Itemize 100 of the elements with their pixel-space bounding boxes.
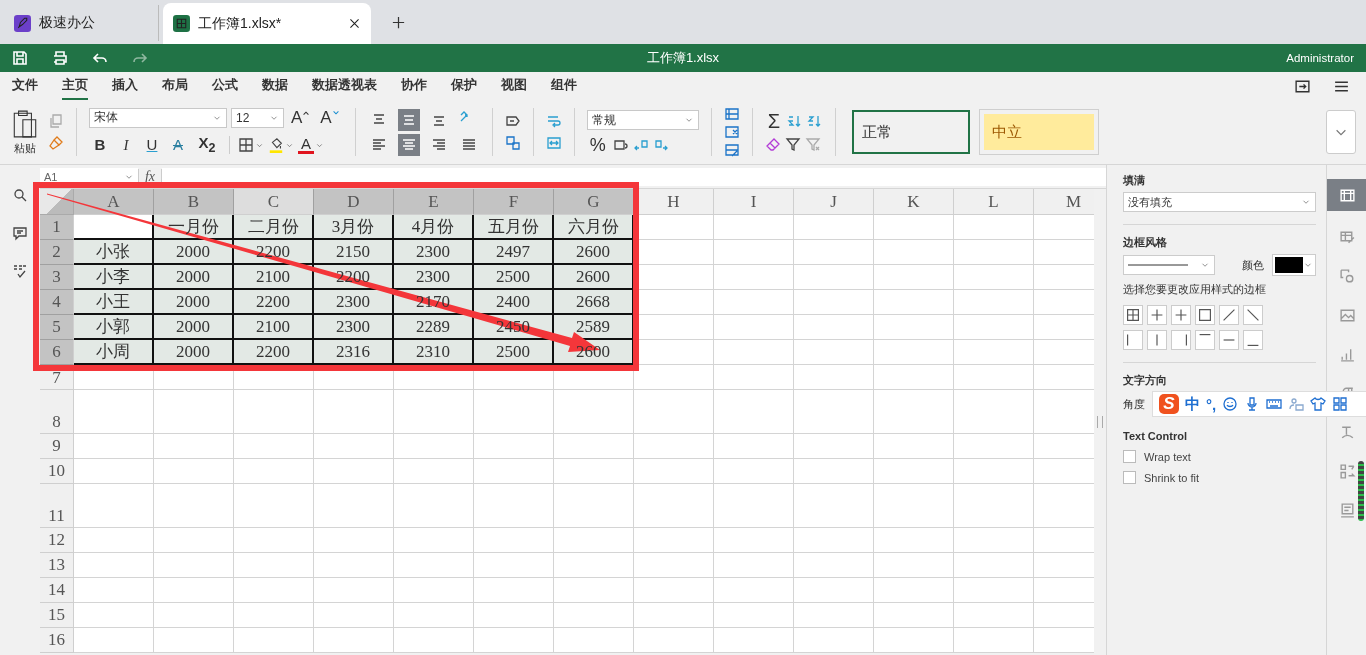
eraser-icon[interactable] (764, 136, 781, 152)
export-icon[interactable] (1294, 77, 1311, 95)
menu-tab[interactable]: 协作 (401, 72, 427, 100)
column-header[interactable]: G (554, 189, 634, 215)
column-header[interactable]: D (314, 189, 394, 215)
format-cells-icon[interactable] (723, 142, 740, 158)
print-icon[interactable] (52, 50, 68, 66)
fill-color-icon[interactable] (268, 137, 284, 153)
cell-settings-icon[interactable] (1327, 179, 1366, 211)
decrease-font-button[interactable]: A (317, 108, 343, 127)
row-header[interactable]: 9 (40, 434, 74, 459)
row-header[interactable]: 15 (40, 603, 74, 628)
border-color-select[interactable] (1272, 254, 1316, 276)
border-option-icon[interactable] (1219, 305, 1239, 325)
subscript-button[interactable]: X$_{2}$ (193, 133, 221, 157)
wrap-text-icon[interactable] (545, 113, 562, 129)
font-color-button[interactable]: A (298, 136, 314, 154)
increase-font-button[interactable]: A (288, 108, 314, 127)
column-header[interactable]: F (474, 189, 554, 215)
shirt-icon[interactable] (1310, 396, 1327, 412)
cell-style-icon[interactable] (504, 113, 521, 129)
column-header[interactable]: K (874, 189, 954, 215)
currency-icon[interactable] (612, 137, 629, 153)
row-header[interactable]: 8 (40, 390, 74, 434)
row-header[interactable]: 5 (40, 315, 74, 340)
merge-cells-icon[interactable] (545, 135, 562, 151)
column-header[interactable]: A (74, 189, 154, 215)
border-option-icon[interactable] (1171, 330, 1191, 350)
spellcheck-icon[interactable] (12, 263, 28, 279)
comment-icon[interactable] (12, 225, 28, 241)
column-header[interactable]: C (234, 189, 314, 215)
number-format-select[interactable]: 常规 (586, 110, 699, 130)
menu-tab[interactable]: 视图 (501, 72, 527, 100)
app-tab[interactable]: 极速办公 (4, 5, 159, 41)
column-header[interactable]: J (794, 189, 874, 215)
row-header[interactable]: 6 (40, 340, 74, 365)
row-header[interactable]: 3 (40, 265, 74, 290)
align-middle-icon[interactable] (397, 108, 420, 131)
menu-tab[interactable]: 组件 (551, 72, 577, 100)
keyboard-icon[interactable] (1266, 396, 1283, 412)
format-painter-icon[interactable] (48, 135, 64, 151)
row-header[interactable]: 13 (40, 553, 74, 578)
italic-button[interactable]: I (115, 136, 137, 154)
cell-style-option[interactable]: 正常 (852, 110, 971, 154)
font-size-select[interactable]: 12 (231, 107, 284, 128)
checkbox[interactable] (1123, 450, 1136, 463)
row-header[interactable]: 1 (40, 215, 74, 240)
formula-input[interactable] (162, 167, 1106, 186)
select-all-corner[interactable] (40, 189, 74, 215)
apps-icon[interactable] (1332, 396, 1349, 412)
person-card-icon[interactable] (1288, 396, 1305, 412)
border-option-icon[interactable] (1123, 330, 1143, 350)
font-name-select[interactable]: 宋体 (89, 107, 227, 128)
scrollbar-handle[interactable] (1097, 416, 1103, 428)
border-option-icon[interactable] (1243, 305, 1263, 325)
border-option-icon[interactable] (1243, 330, 1263, 350)
app-tab[interactable]: 工作簿1.xlsx* (163, 3, 371, 44)
row-header[interactable]: 14 (40, 578, 74, 603)
new-tab-icon[interactable] (391, 15, 406, 30)
delete-cells-icon[interactable] (723, 124, 740, 140)
smile-icon[interactable] (1222, 396, 1239, 412)
strikethrough-button[interactable]: A (167, 136, 189, 154)
row-header[interactable]: 10 (40, 459, 74, 484)
row-header[interactable]: 2 (40, 240, 74, 265)
save-icon[interactable] (12, 50, 28, 66)
bold-button[interactable]: B (89, 136, 111, 154)
menu-tab[interactable]: 布局 (162, 72, 188, 100)
checkbox[interactable] (1123, 471, 1136, 484)
align-center-icon[interactable] (397, 133, 420, 156)
row-header[interactable]: 16 (40, 628, 74, 653)
column-header[interactable]: B (154, 189, 234, 215)
column-header[interactable]: M (1034, 189, 1094, 215)
search-icon[interactable] (12, 187, 28, 203)
menu-tab[interactable]: 数据透视表 (312, 72, 377, 100)
close-icon[interactable] (348, 17, 361, 30)
row-header[interactable]: 12 (40, 528, 74, 553)
input-mode-toggle[interactable]: 中 (1185, 394, 1200, 414)
border-option-icon[interactable] (1123, 305, 1143, 325)
underline-button[interactable]: U (141, 136, 163, 154)
border-option-icon[interactable] (1195, 330, 1215, 350)
border-option-icon[interactable] (1195, 305, 1215, 325)
insert-cells-icon[interactable] (723, 106, 740, 122)
menu-tab[interactable]: 保护 (451, 72, 477, 100)
sum-button[interactable]: Σ (764, 112, 784, 130)
paste-button[interactable]: 粘贴 (8, 108, 42, 156)
punctuation-toggle[interactable]: °, (1206, 395, 1217, 413)
filter-icon[interactable] (784, 136, 801, 152)
color-blocks-icon[interactable] (504, 135, 521, 151)
menu-tab[interactable]: 文件 (12, 72, 38, 100)
menu-tab[interactable]: 数据 (262, 72, 288, 100)
line-style-select[interactable] (1123, 255, 1215, 275)
menu-tab[interactable]: 插入 (112, 72, 138, 100)
menu-tab[interactable]: 主页 (62, 72, 88, 100)
row-header[interactable]: 4 (40, 290, 74, 315)
row-header[interactable]: 11 (40, 484, 74, 528)
decrease-decimal-icon[interactable] (652, 137, 669, 153)
column-header[interactable]: I (714, 189, 794, 215)
fill-select[interactable]: 没有填充 (1123, 192, 1316, 212)
column-header[interactable]: E (394, 189, 474, 215)
ime-logo[interactable]: S (1159, 394, 1179, 414)
